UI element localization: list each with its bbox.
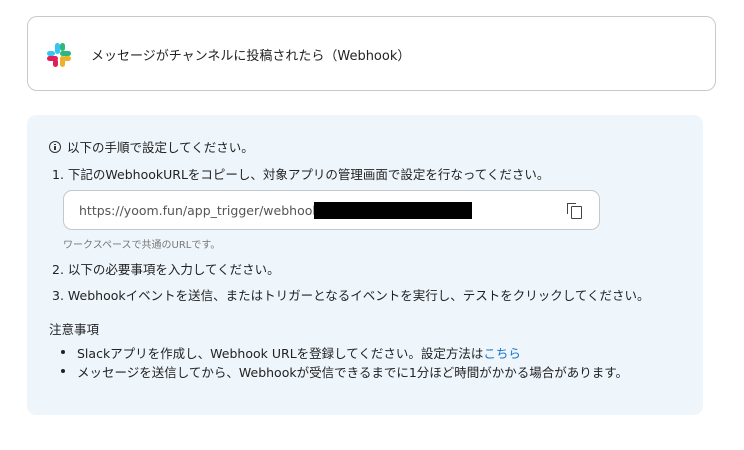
url-hint: ワークスペースで共通のURLです。 [63, 240, 221, 251]
info-icon [49, 140, 61, 153]
webhook-url-field[interactable]: https://yoom.fun/app_trigger/webhooks [63, 190, 600, 230]
note-2-text: メッセージを送信してから、Webhookが受信できるまでに1分ほど時間がかかる場… [77, 365, 629, 380]
webhook-url-text[interactable]: https://yoom.fun/app_trigger/webhooks [79, 203, 326, 218]
trigger-title: メッセージがチャンネルに投稿されたら（Webhook） [91, 49, 411, 64]
copy-icon[interactable] [567, 203, 583, 219]
list-item: メッセージを送信してから、Webhookが受信できるまでに1分ほど時間がかかる場… [61, 362, 628, 381]
notes-list: Slackアプリを作成し、Webhook URLを登録してください。設定方法はこ… [61, 343, 628, 381]
step-3: 3. Webhookイベントを送信、またはトリガーとなるイベントを実行し、テスト… [52, 288, 650, 303]
instructions-panel: 以下の手順で設定してください。 1. 下記のWebhookURLをコピーし、対象… [27, 115, 703, 415]
redacted-url-part [314, 202, 472, 219]
setup-guide-link[interactable]: こちら [483, 346, 521, 361]
slack-logo-icon [47, 43, 71, 67]
notes-title: 注意事項 [49, 322, 100, 337]
instructions-heading: 以下の手順で設定してください。 [49, 137, 254, 156]
list-item: Slackアプリを作成し、Webhook URLを登録してください。設定方法はこ… [61, 343, 628, 362]
step-1: 1. 下記のWebhookURLをコピーし、対象アプリの管理画面で設定を行なって… [52, 167, 550, 182]
note-1-text: Slackアプリを作成し、Webhook URLを登録してください。設定方法は [77, 346, 484, 361]
instructions-heading-text: 以下の手順で設定してください。 [67, 140, 254, 155]
trigger-card[interactable]: メッセージがチャンネルに投稿されたら（Webhook） [27, 16, 716, 91]
step-2: 2. 以下の必要事項を入力してください。 [52, 262, 280, 277]
